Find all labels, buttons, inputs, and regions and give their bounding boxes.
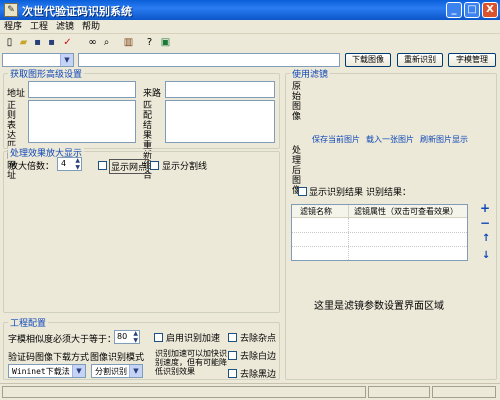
remove-black-checkbox[interactable] — [228, 369, 237, 378]
load-image-link[interactable]: 载入一张图片 — [366, 134, 414, 145]
maximize-button[interactable]: □ — [464, 2, 480, 18]
minimize-button[interactable]: _ — [446, 2, 462, 18]
zoom-label: 放大倍数： — [9, 162, 55, 172]
accelerate-note: 识别加速可以加快识别速度，但有可能降低识别效果 — [155, 349, 227, 376]
new-icon[interactable]: ▯ — [3, 36, 16, 49]
download-image-button[interactable]: 下载图像 — [345, 53, 391, 67]
find-icon[interactable]: ⌕ — [100, 36, 113, 49]
download-mode-label: 验证码图像下载方式 — [8, 353, 90, 363]
menu-program[interactable]: 程序 — [4, 20, 22, 34]
menu-help[interactable]: 帮助 — [82, 20, 100, 34]
similarity-label: 字模相似度必须大于等于： — [8, 335, 117, 345]
remove-filter-button[interactable]: − — [480, 216, 490, 230]
address-label: 地址 — [7, 89, 26, 99]
source-input[interactable] — [165, 81, 275, 98]
project-title: 工程配置 — [8, 316, 49, 329]
close-button[interactable]: X — [482, 2, 498, 18]
refresh-image-link[interactable]: 刷新图片显示 — [420, 134, 468, 145]
zoom-group — [3, 151, 280, 313]
get-settings-title: 获取图形高级设置 — [8, 67, 85, 80]
show-pixels-label: 显示网点 — [109, 159, 150, 174]
show-result-checkbox[interactable] — [298, 187, 307, 196]
window-title: 次世代验证码识别系统 — [22, 5, 132, 18]
result-label: 识别结果： — [366, 188, 412, 198]
filter-table-header: 滤镜名称 滤镜属性（双击可查看效果） — [292, 205, 467, 218]
url-input[interactable] — [78, 53, 340, 67]
chevron-down-icon[interactable]: ▼ — [60, 54, 73, 66]
remove-noise-checkbox[interactable] — [228, 333, 237, 342]
remove-white-label: 去除白边 — [240, 352, 277, 362]
menu-filter[interactable]: 滤镜 — [56, 20, 74, 34]
accelerate-checkbox[interactable] — [154, 333, 163, 342]
toolbar: ▯ ▰ ▪ ▪ ✓ ∞ ⌕ ▥ ? ▣ — [0, 35, 500, 51]
open-icon[interactable]: ▰ — [17, 36, 30, 49]
regex-textarea[interactable] — [28, 100, 136, 143]
col-filter-name: 滤镜名称 — [300, 207, 332, 216]
help-icon[interactable]: ? — [143, 36, 156, 49]
stepper-arrows-icon[interactable]: ▲ ▼ — [133, 330, 138, 344]
check-icon[interactable]: ✓ — [61, 36, 74, 49]
status-cell-main — [2, 386, 366, 398]
remove-noise-label: 去除杂点 — [240, 334, 277, 344]
show-result-label: 显示识别结果 — [309, 188, 364, 198]
stepper-arrows-icon[interactable]: ▲ ▼ — [75, 157, 80, 171]
address-row: ▼ 下载图像 重新识别 字模管理 — [0, 52, 500, 68]
original-image-label: 原始图像 — [292, 82, 302, 122]
similarity-stepper[interactable]: 80 ▲ ▼ — [114, 330, 140, 344]
zoom-stepper[interactable]: 4 ▲ ▼ — [57, 157, 82, 171]
font-manage-button[interactable]: 字模管理 — [448, 53, 496, 67]
status-bar — [0, 383, 500, 400]
binoculars-icon[interactable]: ∞ — [86, 36, 99, 49]
app-icon: ✎ — [4, 3, 18, 17]
chevron-down-icon[interactable]: ▼ — [129, 365, 142, 377]
address-input[interactable] — [28, 81, 136, 98]
show-split-label: 显示分割线 — [162, 162, 208, 172]
books-icon[interactable]: ▥ — [122, 36, 135, 49]
match-textarea[interactable] — [165, 100, 275, 143]
accelerate-label: 启用识别加速 — [166, 334, 221, 344]
filter-table[interactable]: 滤镜名称 滤镜属性（双击可查看效果） — [291, 204, 468, 261]
title-bar: ✎ 次世代验证码识别系统 _ □ X — [0, 0, 500, 20]
source-label: 来路 — [143, 89, 162, 99]
filter-title: 使用滤镜 — [290, 67, 331, 80]
remove-black-label: 去除黑边 — [240, 370, 277, 380]
menu-bar: 程序 工程 滤镜 帮助 — [0, 20, 500, 34]
reidentify-button[interactable]: 重新识别 — [397, 53, 443, 67]
save-as-icon[interactable]: ▪ — [45, 36, 58, 49]
chevron-down-icon[interactable]: ▼ — [72, 365, 85, 377]
recognize-mode-label: 图像识别模式 — [90, 353, 145, 363]
image-icon[interactable]: ▣ — [159, 36, 172, 49]
menu-project[interactable]: 工程 — [30, 20, 48, 34]
download-mode-select[interactable]: Wininet下载法 ▼ — [8, 364, 86, 378]
status-cell-2 — [368, 386, 430, 398]
recognize-mode-select[interactable]: 分割识别 ▼ — [91, 364, 143, 378]
save-current-link[interactable]: 保存当前图片 — [312, 134, 360, 145]
col-filter-attr: 滤镜属性（双击可查看效果） — [354, 207, 458, 216]
show-split-checkbox[interactable] — [150, 161, 159, 170]
save-icon[interactable]: ▪ — [31, 36, 44, 49]
move-down-button[interactable]: ↓ — [482, 250, 490, 261]
status-cell-3 — [432, 386, 496, 398]
add-filter-button[interactable]: + — [480, 201, 490, 215]
show-pixels-checkbox[interactable] — [98, 161, 107, 170]
project-combo[interactable]: ▼ — [2, 53, 74, 67]
remove-white-checkbox[interactable] — [228, 351, 237, 360]
filter-params-area: 这里是滤镜参数设置界面区域 — [314, 301, 444, 312]
move-up-button[interactable]: ↑ — [482, 233, 490, 244]
